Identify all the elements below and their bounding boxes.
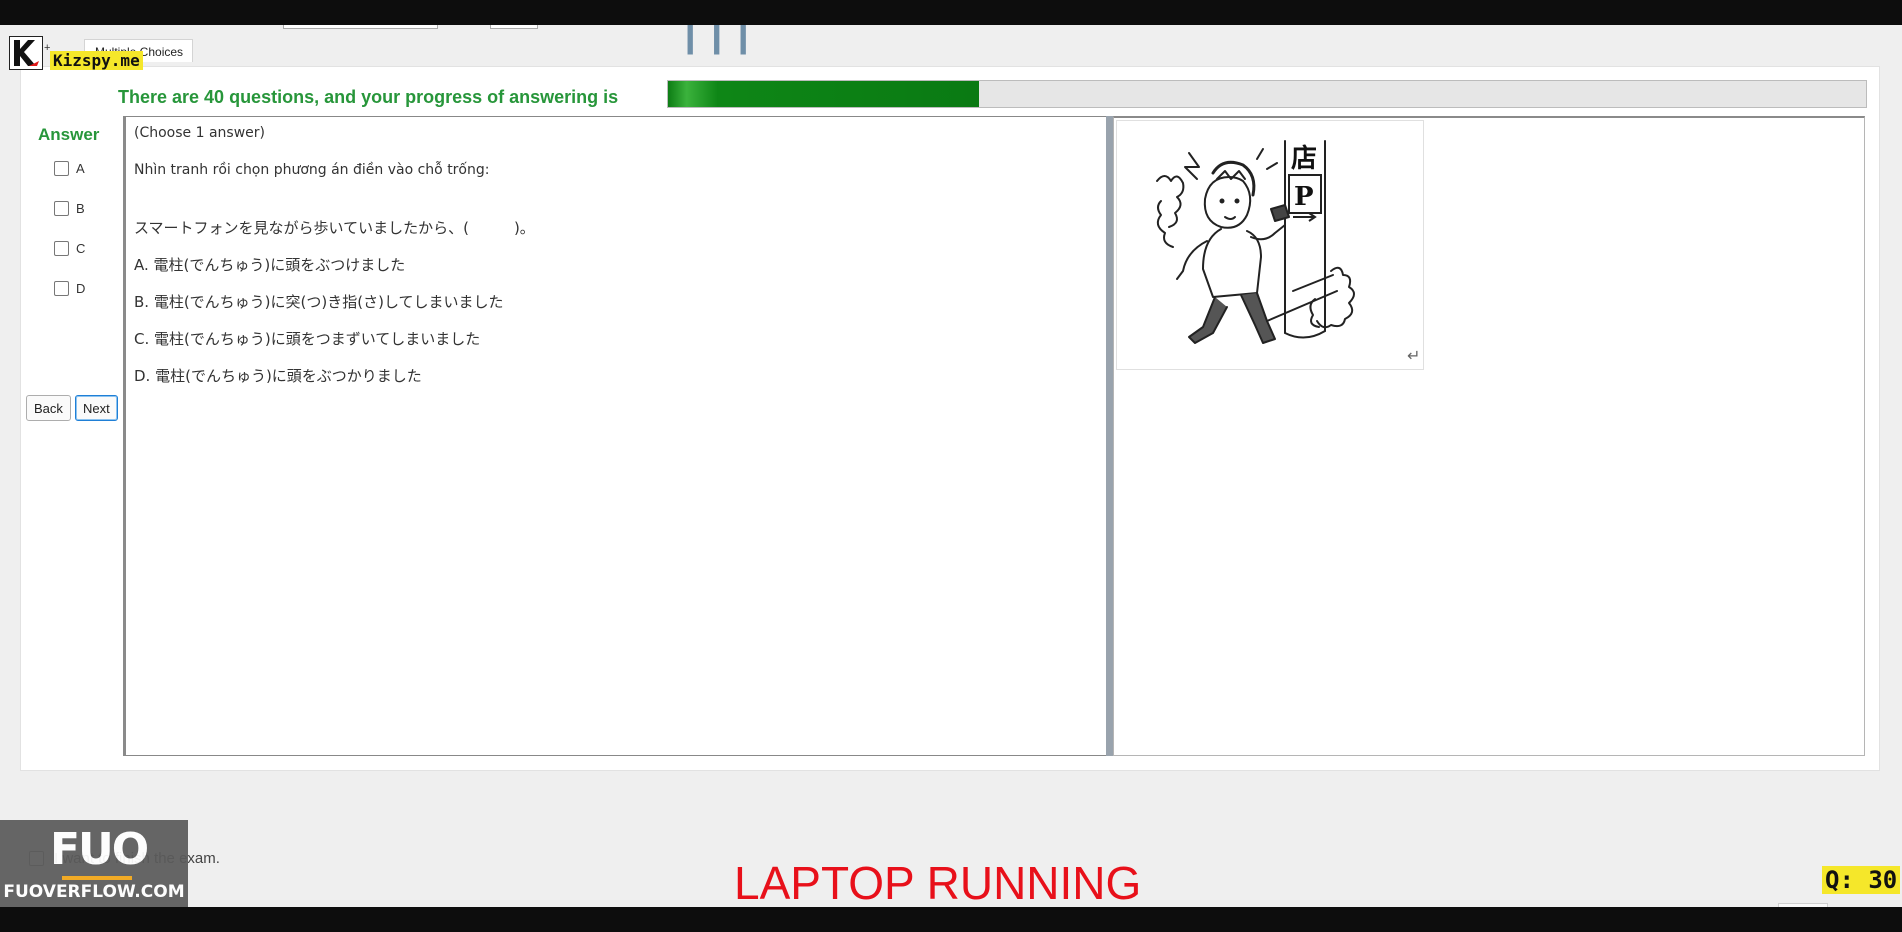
question-choice-a: A. 電柱(でんちゅう)に頭をぶつけました [134, 256, 406, 274]
progress-bar [667, 80, 1867, 108]
answer-option-label: C [76, 241, 86, 256]
question-choice-d: D. 電柱(でんちゅう)に頭をぶつかりました [134, 367, 422, 385]
answer-option-label: B [76, 201, 85, 216]
top-combo-box[interactable] [283, 25, 438, 29]
answer-checkbox-c[interactable] [54, 241, 69, 256]
question-image-area: 店 P ↵ [1113, 116, 1865, 756]
question-counter: Q: 30 [1822, 866, 1901, 894]
answer-option-label: D [76, 281, 86, 296]
answer-checkbox-d[interactable] [54, 281, 69, 296]
top-clipped-graphic: ┃┃┃ [680, 25, 760, 55]
question-instruction: (Choose 1 answer) [134, 125, 265, 141]
kizspy-watermark-text: Kizspy.me [50, 51, 143, 70]
progress-bar-fill [668, 81, 980, 107]
back-button[interactable]: Back [26, 395, 71, 421]
fuo-url: FUOVERFLOW.COM [3, 882, 185, 902]
answer-option-label: A [76, 161, 85, 176]
answer-checkbox-b[interactable] [54, 201, 69, 216]
top-black-bar [0, 0, 1902, 25]
man-hitting-pole-illustration: 店 P [1156, 140, 1355, 344]
question-illustration: 店 P ↵ [1116, 120, 1424, 370]
question-text-area[interactable]: (Choose 1 answer) Nhìn tranh rồi chọn ph… [123, 116, 1107, 756]
fuo-logo-underline [62, 876, 132, 880]
answer-option-b[interactable]: B [54, 201, 85, 216]
answer-option-d[interactable]: D [54, 281, 85, 296]
next-button[interactable]: Next [75, 395, 118, 421]
exam-window: ┃┃┃ + Multiple Choices There are 40 ques… [0, 25, 1902, 907]
top-small-box[interactable] [490, 25, 538, 29]
answer-option-c[interactable]: C [54, 241, 85, 256]
sign-kanji: 店 [1291, 144, 1317, 174]
sign-parking-letter: P [1294, 182, 1314, 212]
laptop-running-banner: LAPTOP RUNNING [734, 857, 1142, 909]
question-choice-b: B. 電柱(でんちゅう)に突(つ)き指(さ)してしまいました [134, 293, 504, 311]
kizspy-logo-icon [9, 36, 43, 70]
return-mark-icon: ↵ [1407, 346, 1421, 365]
bottom-black-bar [0, 907, 1902, 932]
fuo-logo-text: FUO [50, 824, 149, 875]
question-sentence: スマートフォンを見ながら歩いていましたから、( )。 [134, 219, 535, 237]
fuoverflow-watermark: FUO FUOVERFLOW.COM [0, 820, 188, 907]
question-choice-c: C. 電柱(でんちゅう)に頭をつまずいてしまいました [134, 330, 481, 348]
answer-checkbox-a[interactable] [54, 161, 69, 176]
answer-heading: Answer [38, 125, 100, 144]
question-prompt: Nhìn tranh rồi chọn phương án điền vào c… [134, 162, 490, 178]
progress-label: There are 40 questions, and your progres… [118, 87, 619, 107]
answer-option-a[interactable]: A [54, 161, 85, 176]
